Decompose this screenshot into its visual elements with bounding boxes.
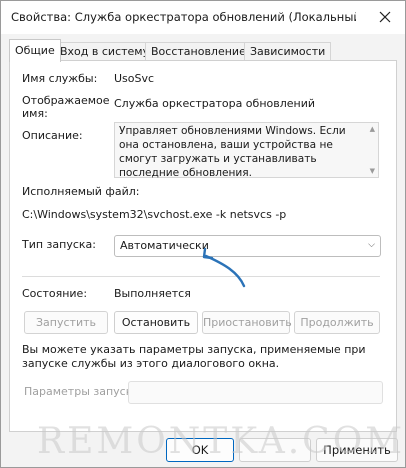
description-text: Управляет обновлениями Windows. Если она… xyxy=(119,125,346,179)
service-name-label: Имя службы: xyxy=(22,72,98,85)
tab-dependencies[interactable]: Зависимости xyxy=(244,42,332,61)
title-bar: Свойства: Служба оркестратора обновлений… xyxy=(1,1,405,34)
pause-button[interactable]: Приостановить xyxy=(202,311,292,334)
display-name-label-line2: имя: xyxy=(22,107,48,120)
scroll-down-icon[interactable]: ▼ xyxy=(370,167,375,175)
display-name-label-line1: Отображаемое xyxy=(22,94,110,107)
ok-button[interactable]: OK xyxy=(166,438,234,462)
chevron-down-icon: ⌵ xyxy=(368,240,375,250)
close-icon[interactable] xyxy=(377,9,393,25)
display-name-value: Служба оркестратора обновлений xyxy=(114,97,316,110)
start-button[interactable]: Запустить xyxy=(24,311,108,334)
status-value: Выполняется xyxy=(114,287,191,300)
tab-logon[interactable]: Вход в систему xyxy=(54,42,156,61)
annotation-arrow-icon xyxy=(202,247,246,288)
properties-dialog: Свойства: Служба оркестратора обновлений… xyxy=(0,0,406,468)
exe-label: Исполняемый файл: xyxy=(22,185,140,198)
exe-path: C:\Windows\system32\svchost.exe -k netsv… xyxy=(22,208,287,221)
description-box[interactable]: Управляет обновлениями Windows. Если она… xyxy=(114,122,379,179)
cancel-button[interactable] xyxy=(239,438,311,462)
description-label: Описание: xyxy=(22,129,83,142)
tab-general[interactable]: Общие xyxy=(9,39,61,62)
startup-type-label: Тип запуска: xyxy=(22,238,96,251)
apply-button[interactable]: Применить xyxy=(316,438,398,462)
window-title: Свойства: Служба оркестратора обновлений… xyxy=(11,10,356,24)
scroll-up-icon[interactable]: ▲ xyxy=(370,125,375,133)
resume-button[interactable]: Продолжить xyxy=(294,311,380,334)
service-name-value: UsoSvc xyxy=(114,72,155,85)
params-input[interactable] xyxy=(128,381,383,404)
params-hint: Вы можете указать параметры запуска, при… xyxy=(22,343,366,370)
stop-button[interactable]: Остановить xyxy=(114,311,198,334)
tab-recovery[interactable]: Восстановление xyxy=(145,42,252,61)
params-label: Параметры запуска: xyxy=(24,385,143,398)
general-panel: Имя службы: UsoSvc Отображаемое имя: Слу… xyxy=(9,60,397,432)
status-label: Состояние: xyxy=(22,287,88,300)
